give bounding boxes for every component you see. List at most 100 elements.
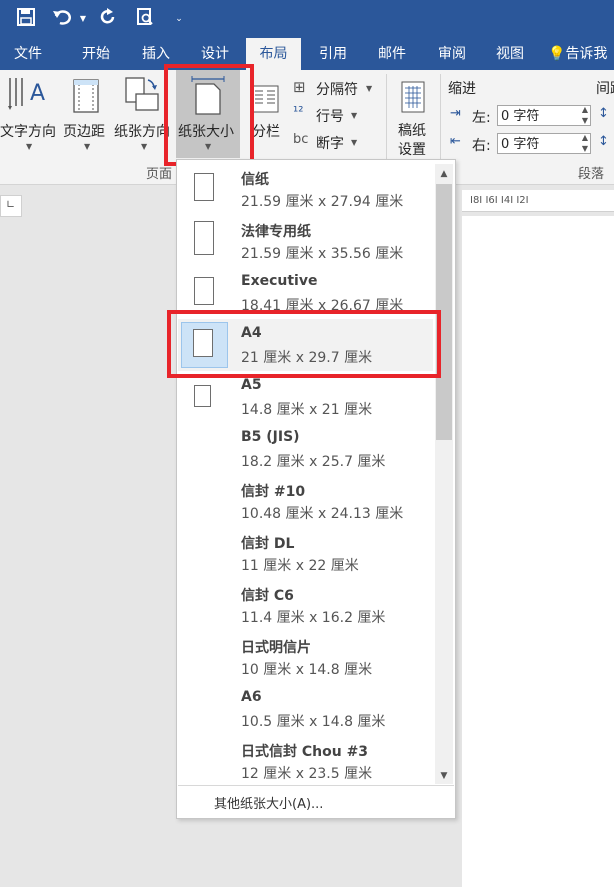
draft-paper-icon — [401, 81, 425, 113]
spacing-title: 间距 — [596, 81, 614, 97]
paper-size-item[interactable]: 信纸 21.59 厘米 x 27.94 厘米 — [178, 163, 433, 215]
left-indent-value: 0 字符 — [501, 109, 540, 124]
spinner-icon[interactable]: ▲ ▼ — [582, 104, 588, 126]
paper-size-item[interactable]: 法律专用纸 21.59 厘米 x 35.56 厘米 — [178, 215, 433, 267]
orientation-icon — [125, 77, 159, 111]
paper-size-name: Executive — [241, 273, 318, 289]
chevron-down-icon: ▼ — [141, 142, 148, 151]
chevron-down-icon: ▼ — [351, 138, 358, 147]
orientation-label: 纸张方向 — [114, 124, 170, 140]
more-paper-sizes-item[interactable]: 其他纸张大小(A)... — [178, 785, 454, 818]
paper-size-dimensions: 10 厘米 x 14.8 厘米 — [241, 662, 373, 678]
paper-size-dropdown: 信纸 21.59 厘米 x 27.94 厘米 法律专用纸 21.59 厘米 x 35… — [176, 159, 456, 819]
page-icon — [194, 277, 214, 305]
paper-size-dimensions: 21.59 厘米 x 35.56 厘米 — [241, 246, 404, 262]
tab-file[interactable]: 文件 — [0, 38, 56, 70]
paper-size-item[interactable]: 日式信封 Chou #3 12 厘米 x 23.5 厘米 — [178, 735, 433, 787]
repeat-icon[interactable] — [96, 8, 120, 30]
paper-size-dimensions: 14.8 厘米 x 21 厘米 — [241, 402, 373, 418]
tab-references[interactable]: 引用 — [308, 38, 358, 70]
line-numbers-label: 行号 — [316, 109, 344, 125]
right-indent-label: 右: — [472, 138, 491, 154]
paper-size-name: 信封 DL — [241, 536, 295, 552]
a4-item-highlight — [167, 310, 441, 378]
hyphenation-icon: bc — [293, 132, 309, 147]
indent-title: 缩进 — [448, 81, 476, 97]
line-numbers-icon: ¹² — [293, 105, 304, 120]
quick-access-toolbar: ▼ ⌄ — [0, 0, 614, 38]
page-icon — [194, 221, 214, 255]
left-tab-icon: ∟ — [6, 198, 16, 211]
paper-size-name: B5 (JIS) — [241, 429, 300, 445]
chevron-down-icon: ▼ — [26, 142, 33, 151]
tab-mailings[interactable]: 邮件 — [364, 38, 420, 70]
paper-size-dimensions: 10.5 厘米 x 14.8 厘米 — [241, 714, 386, 730]
paper-size-name: 法律专用纸 — [241, 224, 311, 240]
spacing-before-icon: ↕ — [598, 106, 609, 121]
print-preview-icon[interactable] — [133, 8, 157, 30]
paper-size-item[interactable]: B5 (JIS) 18.2 厘米 x 25.7 厘米 — [178, 423, 433, 475]
paper-size-item[interactable]: 信封 DL 11 厘米 x 22 厘米 — [178, 527, 433, 579]
undo-icon[interactable] — [50, 8, 76, 30]
page-icon — [194, 173, 214, 201]
dropdown-scrollbar[interactable]: ▲ ▼ — [435, 164, 453, 784]
breaks-icon: ⊞ — [293, 78, 306, 96]
paper-size-name: A5 — [241, 377, 262, 393]
paper-size-name: 信封 #10 — [241, 484, 306, 500]
indent-left-icon: ⇥ — [450, 106, 461, 121]
margins-label: 页边距 — [63, 124, 105, 140]
tell-me-label: 告诉我 — [565, 46, 608, 62]
scroll-up-icon[interactable]: ▲ — [435, 166, 453, 182]
margins-icon — [73, 79, 99, 113]
text-direction-icon: A — [8, 78, 45, 110]
paper-size-dimensions: 21.59 厘米 x 27.94 厘米 — [241, 194, 404, 210]
paper-size-item[interactable]: A6 10.5 厘米 x 14.8 厘米 — [178, 683, 433, 735]
svg-text:A: A — [30, 81, 45, 106]
indent-right-icon: ⇤ — [450, 134, 461, 149]
spacing-after-icon: ↕ — [598, 134, 609, 149]
text-direction-label: 文字方向 — [0, 124, 56, 140]
breaks-label: 分隔符 — [316, 82, 358, 98]
paper-size-name: 日式明信片 — [241, 640, 311, 656]
hyphenation-label: 断字 — [316, 136, 344, 152]
more-paper-sizes-label: 其他纸张大小(A)... — [214, 797, 324, 812]
scroll-down-icon[interactable]: ▼ — [435, 768, 453, 784]
paper-size-item[interactable]: 日式明信片 10 厘米 x 14.8 厘米 — [178, 631, 433, 683]
tab-layout[interactable]: 布局 — [246, 38, 301, 70]
spinner-icon[interactable]: ▲ ▼ — [582, 132, 588, 154]
paper-size-name: 信封 C6 — [241, 588, 294, 604]
ruler-ticks: I8I I6I I4I I2I — [470, 195, 529, 206]
paper-size-name: A6 — [241, 689, 262, 705]
paper-size-item[interactable]: A5 14.8 厘米 x 21 厘米 — [178, 371, 433, 423]
tab-selector[interactable]: ∟ — [0, 195, 22, 217]
save-icon[interactable] — [14, 8, 38, 30]
paper-size-item[interactable]: 信封 C6 11.4 厘米 x 16.2 厘米 — [178, 579, 433, 631]
right-indent-input[interactable]: 0 字符 ▲ ▼ — [497, 133, 591, 154]
undo-dropdown-icon[interactable]: ▼ — [78, 8, 88, 30]
draft-paper-label-2: 设置 — [398, 142, 426, 158]
page-icon — [194, 385, 211, 407]
paper-size-dimensions: 11 厘米 x 22 厘米 — [241, 558, 359, 574]
tab-review[interactable]: 审阅 — [426, 38, 478, 70]
chevron-down-icon: ▼ — [366, 84, 373, 93]
columns-label: 分栏 — [252, 124, 280, 140]
paper-size-name: 日式信封 Chou #3 — [241, 744, 369, 760]
chevron-down-icon: ▼ — [351, 111, 358, 120]
horizontal-ruler[interactable]: I8I I6I I4I I2I — [462, 190, 614, 212]
paper-size-dimensions: 18.2 厘米 x 25.7 厘米 — [241, 454, 386, 470]
paper-size-item[interactable]: 信封 #10 10.48 厘米 x 24.13 厘米 — [178, 475, 433, 527]
left-indent-input[interactable]: 0 字符 ▲ ▼ — [497, 105, 591, 126]
lightbulb-icon: 💡 — [548, 46, 566, 62]
ribbon-tabs: 文件 开始 插入 设计 布局 引用 邮件 审阅 视图 💡告诉我 — [0, 38, 614, 70]
right-indent-value: 0 字符 — [501, 137, 540, 152]
document-page[interactable] — [462, 216, 614, 887]
paper-size-dimensions: 10.48 厘米 x 24.13 厘米 — [241, 506, 404, 522]
tab-home[interactable]: 开始 — [70, 38, 122, 70]
tab-view[interactable]: 视图 — [484, 38, 536, 70]
paper-size-dimensions: 11.4 厘米 x 16.2 厘米 — [241, 610, 386, 626]
paper-size-name: 信纸 — [241, 172, 269, 188]
customize-qat-icon[interactable]: ⌄ — [172, 8, 186, 30]
columns-icon — [251, 85, 279, 113]
left-indent-label: 左: — [472, 110, 491, 126]
tell-me-search[interactable]: 💡告诉我 — [548, 38, 614, 70]
